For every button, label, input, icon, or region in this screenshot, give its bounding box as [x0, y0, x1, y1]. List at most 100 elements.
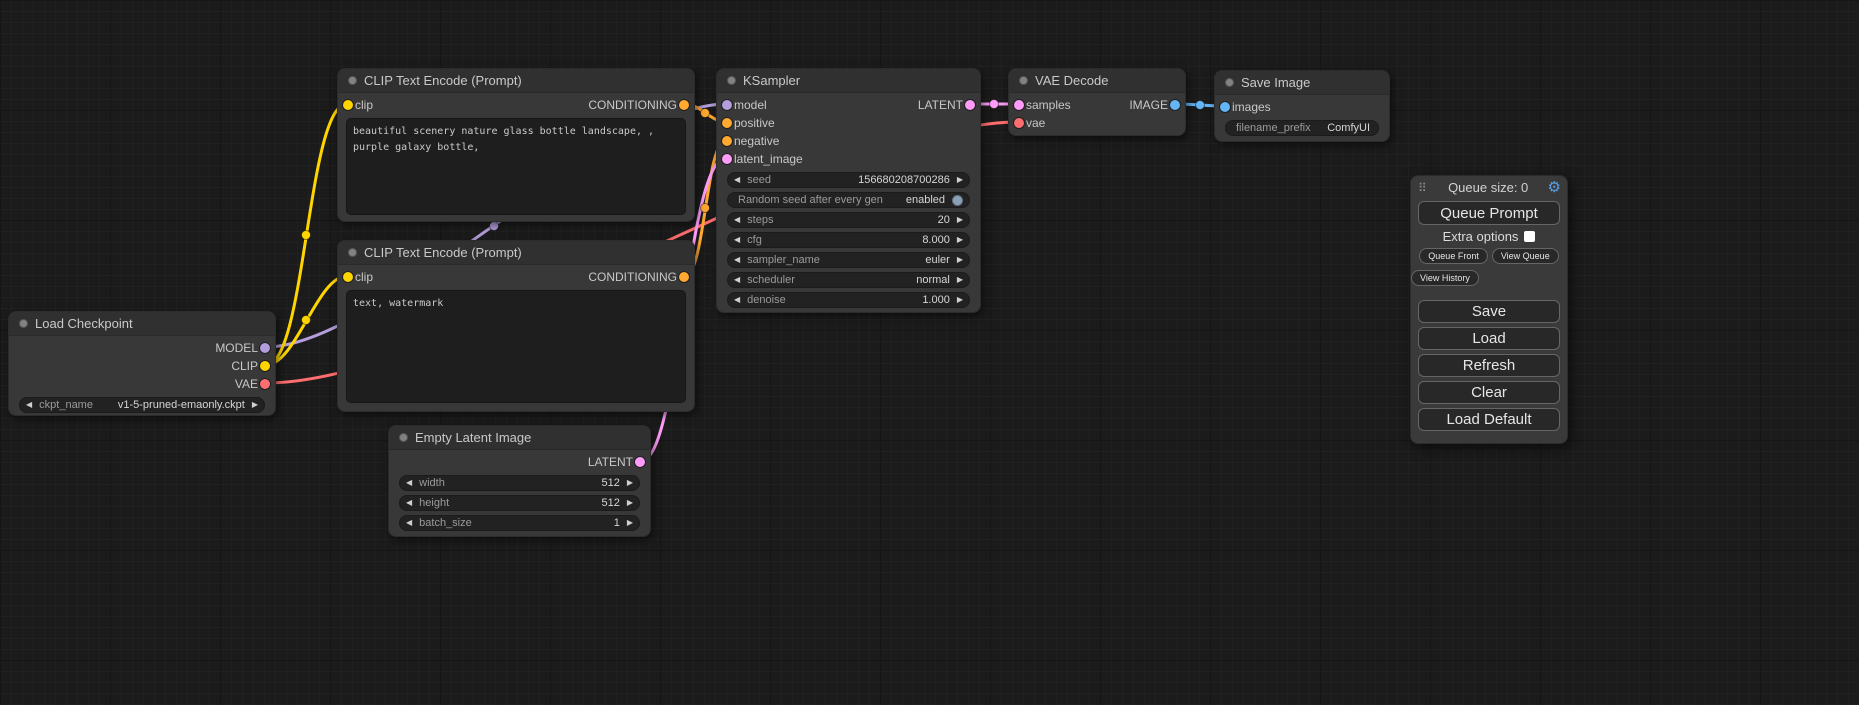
input-slot-images[interactable]	[1220, 102, 1230, 112]
node-title: KSampler	[743, 73, 800, 88]
input-slot-model[interactable]	[722, 100, 732, 110]
widget-width[interactable]: ◀ width 512 ▶	[399, 475, 640, 491]
output-slot-model[interactable]	[260, 343, 270, 353]
node-empty-latent-image[interactable]: Empty Latent Image LATENT ◀ width 512 ▶ …	[388, 425, 651, 537]
collapse-dot-icon[interactable]	[348, 248, 357, 257]
input-slot-samples[interactable]	[1014, 100, 1024, 110]
queue-front-button[interactable]: Queue Front	[1419, 248, 1488, 264]
clear-button[interactable]: Clear	[1418, 381, 1560, 404]
node-title: Load Checkpoint	[35, 316, 133, 331]
collapse-dot-icon[interactable]	[19, 319, 28, 328]
widget-label: scheduler	[747, 274, 795, 286]
slot-row: MODEL	[9, 339, 275, 357]
widget-label: Random seed after every gen	[738, 194, 883, 206]
widget-height[interactable]: ◀ height 512 ▶	[399, 495, 640, 511]
node-title-bar[interactable]: Empty Latent Image	[389, 426, 650, 450]
widget-filename-prefix[interactable]: filename_prefix ComfyUI	[1225, 120, 1379, 136]
node-title-bar[interactable]: Save Image	[1215, 71, 1389, 95]
decrement-arrow-icon[interactable]: ◀	[734, 296, 740, 304]
increment-arrow-icon[interactable]: ▶	[957, 256, 963, 264]
decrement-arrow-icon[interactable]: ◀	[406, 519, 412, 527]
increment-arrow-icon[interactable]: ▶	[957, 296, 963, 304]
collapse-dot-icon[interactable]	[1019, 76, 1028, 85]
increment-arrow-icon[interactable]: ▶	[957, 276, 963, 284]
node-title-bar[interactable]: CLIP Text Encode (Prompt)	[338, 241, 694, 265]
widget-random-seed-toggle[interactable]: Random seed after every gen enabled	[727, 192, 970, 208]
node-title: VAE Decode	[1035, 73, 1108, 88]
node-title-bar[interactable]: KSampler	[717, 69, 980, 93]
output-slot-latent[interactable]	[635, 457, 645, 467]
widget-seed[interactable]: ◀ seed 156680208700286 ▶	[727, 172, 970, 188]
view-queue-button[interactable]: View Queue	[1492, 248, 1559, 264]
settings-gear-icon[interactable]: ⚙	[1548, 180, 1561, 195]
save-button[interactable]: Save	[1418, 300, 1560, 323]
node-title: Empty Latent Image	[415, 430, 531, 445]
output-slot-image[interactable]	[1170, 100, 1180, 110]
collapse-dot-icon[interactable]	[727, 76, 736, 85]
prompt-textarea[interactable]: beautiful scenery nature glass bottle la…	[346, 118, 686, 215]
node-save-image[interactable]: Save Image images filename_prefix ComfyU…	[1214, 70, 1390, 142]
node-load-checkpoint[interactable]: Load Checkpoint MODEL CLIP VAE ◀ ckpt_na…	[8, 311, 276, 416]
increment-arrow-icon[interactable]: ▶	[627, 479, 633, 487]
widget-steps[interactable]: ◀ steps 20 ▶	[727, 212, 970, 228]
extra-options-checkbox[interactable]	[1524, 231, 1535, 242]
refresh-button[interactable]: Refresh	[1418, 354, 1560, 377]
node-clip-text-encode-positive[interactable]: CLIP Text Encode (Prompt) clip CONDITION…	[337, 68, 695, 222]
output-slot-conditioning[interactable]	[679, 272, 689, 282]
increment-arrow-icon[interactable]: ▶	[252, 401, 258, 409]
drag-handle-icon[interactable]: ⠿	[1418, 181, 1427, 195]
input-label-positive: positive	[734, 116, 775, 130]
decrement-arrow-icon[interactable]: ◀	[734, 276, 740, 284]
decrement-arrow-icon[interactable]: ◀	[406, 499, 412, 507]
node-vae-decode[interactable]: VAE Decode samples IMAGE vae	[1008, 68, 1186, 136]
slot-row: negative	[717, 132, 980, 150]
decrement-arrow-icon[interactable]: ◀	[406, 479, 412, 487]
input-slot-negative[interactable]	[722, 136, 732, 146]
decrement-arrow-icon[interactable]: ◀	[734, 216, 740, 224]
input-slot-vae[interactable]	[1014, 118, 1024, 128]
node-ksampler[interactable]: KSampler model LATENT positive negative …	[716, 68, 981, 313]
widget-scheduler[interactable]: ◀ scheduler normal ▶	[727, 272, 970, 288]
queue-prompt-button[interactable]: Queue Prompt	[1418, 201, 1560, 225]
increment-arrow-icon[interactable]: ▶	[957, 216, 963, 224]
output-slot-latent[interactable]	[965, 100, 975, 110]
node-title-bar[interactable]: Load Checkpoint	[9, 312, 275, 336]
toggle-dot-icon[interactable]	[952, 195, 963, 206]
collapse-dot-icon[interactable]	[1225, 78, 1234, 87]
decrement-arrow-icon[interactable]: ◀	[26, 401, 32, 409]
node-graph-canvas[interactable]: Load Checkpoint MODEL CLIP VAE ◀ ckpt_na…	[0, 0, 1859, 705]
decrement-arrow-icon[interactable]: ◀	[734, 256, 740, 264]
collapse-dot-icon[interactable]	[348, 76, 357, 85]
widget-cfg[interactable]: ◀ cfg 8.000 ▶	[727, 232, 970, 248]
increment-arrow-icon[interactable]: ▶	[627, 519, 633, 527]
output-slot-conditioning[interactable]	[679, 100, 689, 110]
decrement-arrow-icon[interactable]: ◀	[734, 176, 740, 184]
output-slot-clip[interactable]	[260, 361, 270, 371]
increment-arrow-icon[interactable]: ▶	[627, 499, 633, 507]
increment-arrow-icon[interactable]: ▶	[957, 176, 963, 184]
input-slot-latent-image[interactable]	[722, 154, 732, 164]
widget-value: ComfyUI	[1327, 122, 1370, 134]
load-default-button[interactable]: Load Default	[1418, 408, 1560, 431]
output-slot-vae[interactable]	[260, 379, 270, 389]
widget-ckpt-name[interactable]: ◀ ckpt_name v1-5-pruned-emaonly.ckpt ▶	[19, 397, 265, 413]
view-history-button[interactable]: View History	[1411, 270, 1479, 286]
node-title-bar[interactable]: CLIP Text Encode (Prompt)	[338, 69, 694, 93]
input-slot-positive[interactable]	[722, 118, 732, 128]
node-title-bar[interactable]: VAE Decode	[1009, 69, 1185, 93]
widget-label: width	[419, 477, 445, 489]
increment-arrow-icon[interactable]: ▶	[957, 236, 963, 244]
queue-size-label: Queue size: 0	[1431, 180, 1546, 195]
widget-denoise[interactable]: ◀ denoise 1.000 ▶	[727, 292, 970, 308]
widget-sampler-name[interactable]: ◀ sampler_name euler ▶	[727, 252, 970, 268]
decrement-arrow-icon[interactable]: ◀	[734, 236, 740, 244]
node-clip-text-encode-negative[interactable]: CLIP Text Encode (Prompt) clip CONDITION…	[337, 240, 695, 412]
prompt-textarea[interactable]: text, watermark	[346, 290, 686, 403]
load-button[interactable]: Load	[1418, 327, 1560, 350]
input-slot-clip[interactable]	[343, 100, 353, 110]
widget-batch-size[interactable]: ◀ batch_size 1 ▶	[399, 515, 640, 531]
input-slot-clip[interactable]	[343, 272, 353, 282]
slot-row: latent_image	[717, 150, 980, 168]
collapse-dot-icon[interactable]	[399, 433, 408, 442]
slot-row: vae	[1009, 114, 1185, 132]
